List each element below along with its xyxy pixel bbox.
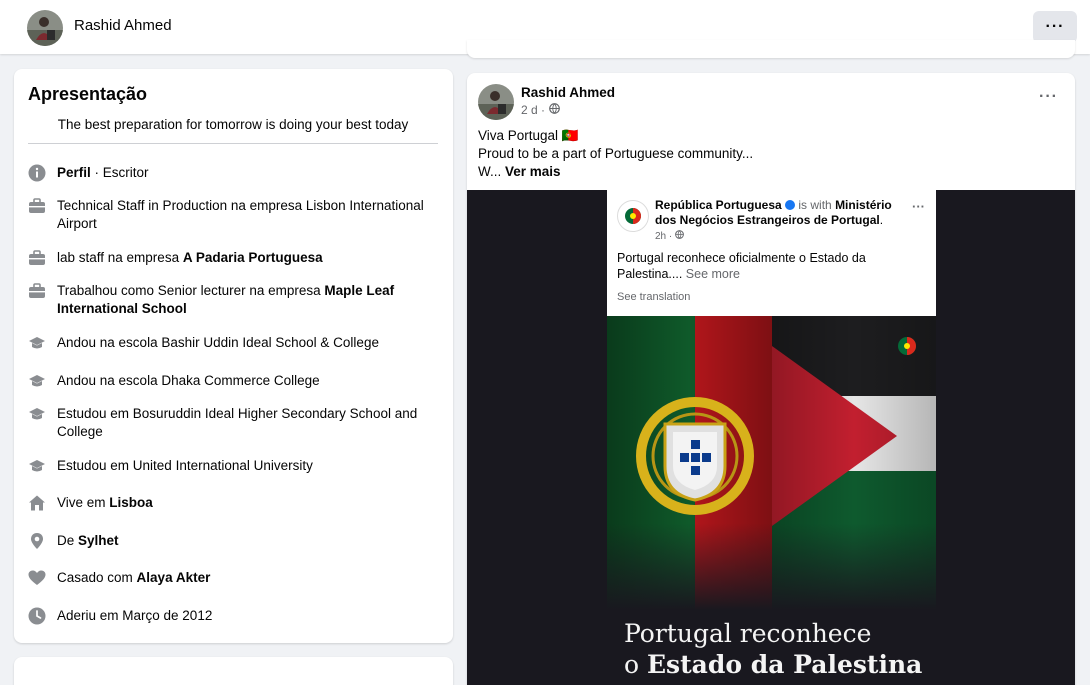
intro-item-text: Casado com Alaya Akter — [57, 570, 211, 585]
post-timestamp[interactable]: 2 d · — [521, 103, 545, 117]
city-link[interactable]: Lisboa — [109, 495, 153, 510]
post-text-line: W... Ver mais — [478, 164, 561, 179]
graduation-cap-icon — [28, 457, 46, 475]
spouse-link[interactable]: Alaya Akter — [137, 570, 211, 585]
intro-item-education: Estudou em United International Universi… — [28, 457, 438, 475]
intro-item-work: lab staff na empresa A Padaria Portugues… — [28, 249, 438, 267]
intro-item-text: Perfil · Escritor — [57, 165, 149, 180]
intro-item-profile: Perfil · Escritor — [28, 164, 438, 182]
intro-bio: The best preparation for tomorrow is doi… — [57, 117, 409, 132]
post-text-line: Viva Portugal 🇵🇹 — [478, 128, 579, 143]
shared-post-body: Portugal reconhece oficialmente o Estado… — [617, 251, 866, 281]
intro-item-text: Technical Staff in Production na empresa… — [57, 198, 424, 231]
intro-item-lives-in: Vive em Lisboa — [28, 494, 438, 512]
verified-badge-icon — [785, 200, 796, 210]
intro-item-text: Andou na escola Dhaka Commerce College — [57, 373, 320, 388]
post-image[interactable]: República Portuguesa is with Ministério … — [467, 190, 1075, 685]
next-card — [14, 657, 453, 685]
see-more-link[interactable]: Ver mais — [505, 164, 561, 179]
globe-icon — [675, 230, 684, 239]
employer-link[interactable]: A Padaria Portuguesa — [183, 250, 323, 265]
post-author-name[interactable]: Rashid Ahmed — [521, 85, 615, 100]
heart-icon — [28, 569, 46, 587]
briefcase-icon — [28, 249, 46, 267]
hometown-link[interactable]: Sylhet — [78, 533, 119, 548]
intro-item-text: Estudou em United International Universi… — [57, 458, 313, 473]
briefcase-icon — [28, 282, 46, 300]
intro-item-text: Trabalhou como Senior lecturer na empres… — [57, 283, 395, 316]
intro-card: Apresentação The best preparation for to… — [14, 69, 453, 643]
profile-name[interactable]: Rashid Ahmed — [74, 17, 172, 34]
intro-item-relationship: Casado com Alaya Akter — [28, 569, 438, 587]
intro-item-from: De Sylhet — [28, 532, 438, 550]
post-author-avatar[interactable] — [478, 84, 514, 120]
intro-item-text: Aderiu em Março de 2012 — [57, 608, 213, 623]
intro-item-work: Technical Staff in Production na empresa… — [28, 197, 438, 233]
shared-screenshot: República Portuguesa is with Ministério … — [607, 190, 936, 685]
profile-link[interactable]: Perfil — [57, 165, 91, 180]
home-icon — [28, 494, 46, 512]
feed-post: Rashid Ahmed 2 d · ··· Viva Portugal 🇵🇹 … — [467, 73, 1075, 685]
shared-post-options-icon: ··· — [912, 199, 925, 214]
shared-page-name: República Portuguesa is with Ministério … — [655, 198, 892, 227]
intro-item-text: Andou na escola Bashir Uddin Ideal Schoo… — [57, 335, 379, 350]
intro-item-text: De Sylhet — [57, 533, 119, 548]
see-translation-link: See translation — [617, 291, 691, 303]
post-meta: 2 d · — [521, 103, 560, 117]
graduation-cap-icon — [28, 334, 46, 352]
intro-item-text: Estudou em Bosuruddin Ideal Higher Secon… — [57, 406, 418, 439]
intro-item-education: Estudou em Bosuruddin Ideal Higher Secon… — [28, 405, 438, 441]
clock-icon — [28, 607, 46, 625]
shared-post-header: República Portuguesa is with Ministério … — [607, 190, 936, 316]
shared-post-time: 2h · — [655, 230, 684, 242]
page-logo — [617, 200, 649, 232]
globe-icon — [549, 103, 560, 117]
more-options-button[interactable]: ··· — [1033, 11, 1077, 43]
briefcase-icon — [28, 197, 46, 215]
intro-item-text: Vive em Lisboa — [57, 495, 153, 510]
location-pin-icon — [28, 532, 46, 550]
graduation-cap-icon — [28, 405, 46, 423]
image-headline: Portugal reconhece o Estado da Palestina — [624, 619, 923, 679]
post-text-line: Proud to be a part of Portuguese communi… — [478, 146, 754, 161]
post-options-button[interactable]: ··· — [1039, 88, 1058, 106]
intro-item-education: Andou na escola Dhaka Commerce College — [28, 372, 438, 390]
previous-post-edge — [467, 40, 1075, 58]
intro-item-joined: Aderiu em Março de 2012 — [28, 607, 438, 625]
info-icon — [28, 164, 46, 182]
profile-avatar[interactable] — [27, 10, 63, 46]
intro-item-work: Trabalhou como Senior lecturer na empres… — [28, 282, 438, 318]
intro-item-text: lab staff na empresa A Padaria Portugues… — [57, 250, 323, 265]
intro-title: Apresentação — [28, 84, 148, 104]
intro-item-education: Andou na escola Bashir Uddin Ideal Schoo… — [28, 334, 438, 352]
intro-divider — [28, 143, 438, 144]
graduation-cap-icon — [28, 372, 46, 390]
